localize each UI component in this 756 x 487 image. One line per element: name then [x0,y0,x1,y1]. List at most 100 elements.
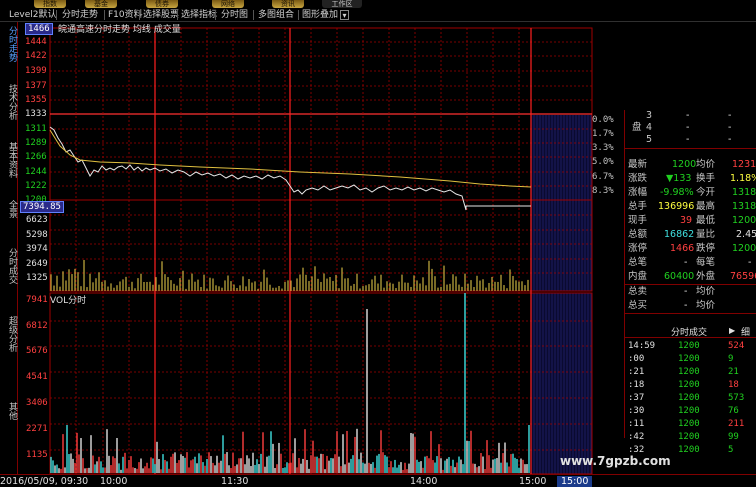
order-level: 3 [646,110,653,121]
percent-tick: 1.7% [592,129,614,139]
order-price: - [686,122,690,133]
price-tick: 1422 [25,51,47,61]
trade-volume: 9 [728,354,734,364]
trade-price: 1200 [678,380,700,390]
latest-price: 1200 [672,159,697,170]
volume-tick: 6812 [26,321,48,331]
open-price: 1318 [732,187,756,198]
trade-price: 1200 [678,341,700,351]
limit-down: 1200 [732,243,756,254]
outer-volume: 76596 [730,271,756,282]
high-price: 1318 [732,201,756,212]
trade-price: 1200 [678,419,700,429]
trade-price: 1200 [678,354,700,364]
volume-tick: 5676 [26,346,48,356]
price-tick: 1355 [25,95,47,105]
time-label: 15:00 [519,476,547,487]
time-label: 10:00 [100,476,128,487]
trade-time: :18 [628,380,645,390]
trade-row: :18 1200 18 [628,379,754,392]
price-tick: 1399 [25,66,47,76]
order-volume: - [728,110,732,121]
change-pct: -9.98% [660,187,694,198]
trade-price: 1200 [678,367,700,377]
trade-row: :00 1200 9 [628,353,754,366]
volume-tick: 4541 [26,372,48,382]
mid-tick: 2649 [26,259,48,269]
inner-volume: 60400 [664,271,695,282]
price-frame [49,27,593,292]
trade-time: :30 [628,406,645,416]
price-tick: 1466 [25,23,53,35]
volume-tick: 1135 [26,450,48,460]
percent-tick: 8.3% [592,186,614,196]
limit-up: 1466 [670,243,695,254]
trade-time: :21 [628,367,645,377]
watermark: www.7gpzb.com [560,454,671,468]
trade-row: :30 1200 76 [628,405,754,418]
trade-time: :11 [628,419,645,429]
time-label: 11:30 [221,476,249,487]
low-price: 1200 [732,215,756,226]
price-tick: 1444 [25,37,47,47]
trade-row: :21 1200 21 [628,366,754,379]
percent-tick: 0.0% [592,115,614,125]
time-label: 2016/05/09, 09:30 [0,476,89,487]
trade-price: 1200 [678,432,700,442]
order-side-label: 盘 [632,122,642,133]
price-tick: 1222 [25,181,47,191]
trade-row: 14:59 1200 524 [628,340,754,353]
trades-title: 分时成交 [671,328,708,338]
order-price: - [686,134,690,145]
trade-volume: 76 [728,406,739,416]
order-volume: - [728,122,732,133]
trade-row: :37 1200 573 [628,392,754,405]
trade-price: 1200 [678,445,700,455]
time-label-current: 15:00 [557,476,593,487]
mid-tick: 1325 [26,273,48,283]
percent-tick: 6.7% [592,172,614,182]
trade-time: :37 [628,393,645,403]
volume-frame [49,292,593,475]
order-volume: - [728,134,732,145]
volume-tick: 3406 [26,398,48,408]
total-amount: 16862 [664,229,695,240]
trade-volume: 18 [728,380,739,390]
mid-tick: 5298 [26,230,48,240]
trade-volume: 524 [728,341,745,351]
trade-row: :11 1200 211 [628,418,754,431]
trade-price: 1200 [678,406,700,416]
percent-tick: 5.0% [592,157,614,167]
trade-time: :42 [628,432,645,442]
chart-title: 皖通高速分时走势 均线 成交量 [58,25,181,35]
time-label: 14:00 [410,476,438,487]
volume-tick: 7941 [26,295,48,305]
turnover: 1.18% [730,173,756,184]
avg-price: 1231 [732,159,756,170]
trade-volume: 99 [728,432,739,442]
trades-header: 分时成交 ▶ 细 [625,325,756,338]
volume-tick: 2271 [26,424,48,434]
volume-ratio: 2.45 [736,229,756,240]
trade-row: :42 1200 99 [628,431,754,444]
price-tick: 1377 [25,81,47,91]
scroll-up-icon[interactable]: ▶ [729,326,735,335]
volume-title: VOL分时 [50,296,87,306]
mid-tick: 7394.85 [20,201,64,213]
change: ▼133 [666,173,692,184]
mid-tick: 3974 [26,244,48,254]
trades-detail-button[interactable]: 细 [741,325,750,338]
order-level: 5 [646,134,653,145]
current-volume: 39 [680,215,693,226]
percent-tick: 3.3% [592,143,614,153]
time-axis: 2016/05/09, 09:30 10:00 11:30 14:00 15:0… [0,474,756,487]
price-tick: 1311 [25,124,47,134]
total-volume: 136996 [658,201,695,212]
trade-volume: 5 [728,445,734,455]
mid-tick: 6623 [26,215,48,225]
quote-panel: 3 - - 盘 4 - - 5 - - 最新 1200 均价 1231 涨跌 ▼… [624,110,756,455]
price-tick: 1266 [25,152,47,162]
order-price: - [686,110,690,121]
price-tick: 1244 [25,167,47,177]
trade-price: 1200 [678,393,700,403]
